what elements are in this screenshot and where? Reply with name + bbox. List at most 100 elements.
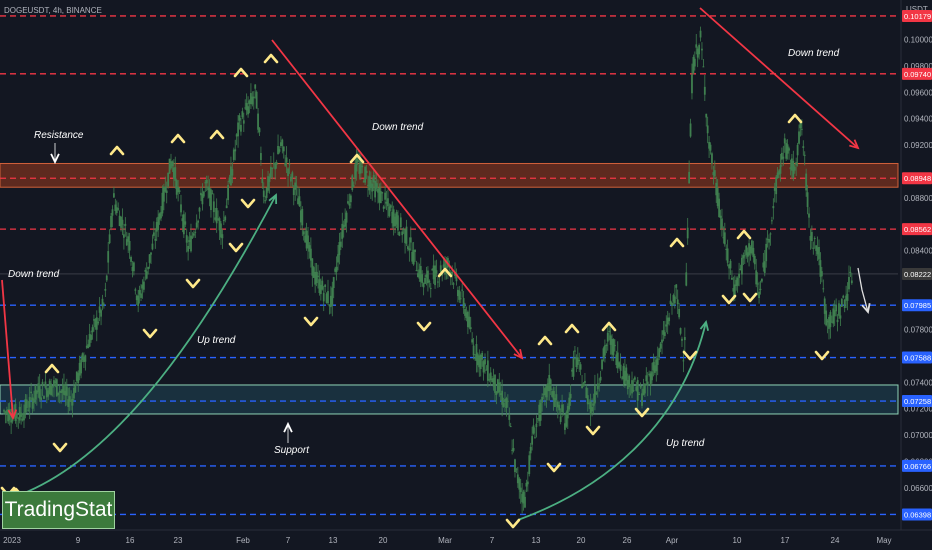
- candle-body: [282, 146, 285, 152]
- candle-body: [765, 243, 768, 262]
- resistance-level-tag-label: 0.08948: [904, 174, 931, 183]
- candle-body: [124, 223, 127, 226]
- candle-body: [459, 298, 462, 300]
- candle-body: [619, 364, 622, 371]
- candle-body: [802, 146, 805, 148]
- candle-body: [147, 266, 150, 270]
- candle-body: [401, 231, 404, 236]
- candle-body: [729, 260, 732, 269]
- price-tick-label: 0.08400: [904, 246, 932, 255]
- candle-body: [195, 222, 198, 228]
- candle-body: [526, 481, 529, 485]
- candle-body: [586, 395, 589, 405]
- candle-body: [462, 298, 465, 309]
- candle-body: [355, 155, 358, 172]
- candle-body: [829, 312, 832, 328]
- candle-body: [820, 271, 823, 277]
- candle-body: [234, 149, 237, 152]
- resistance-annotation: Resistance: [34, 130, 84, 141]
- candle-body: [701, 48, 703, 51]
- candle-body: [673, 296, 676, 304]
- candle-body: [97, 321, 100, 324]
- candle-body: [695, 44, 698, 48]
- price-tick-label: 0.10000: [904, 36, 932, 45]
- candle-body: [264, 200, 267, 202]
- candle-body: [258, 128, 261, 133]
- candle-body: [57, 392, 60, 396]
- candle-body: [658, 348, 661, 358]
- candle-body: [461, 289, 464, 291]
- candle-body: [779, 165, 782, 174]
- candle-body: [509, 426, 512, 428]
- resistance-level-tag-label: 0.09740: [904, 70, 931, 79]
- candle-body: [471, 339, 474, 343]
- candle-body: [812, 247, 815, 249]
- candle-body: [238, 115, 241, 121]
- time-tick-label: Feb: [236, 536, 250, 545]
- time-tick-label: 20: [577, 536, 586, 545]
- candle-body: [171, 161, 174, 167]
- support-level-tag-label: 0.07588: [904, 354, 931, 363]
- candle-body: [783, 138, 786, 144]
- candle-body: [572, 358, 575, 377]
- candle-body: [30, 391, 33, 394]
- candle-body: [349, 195, 352, 203]
- time-tick-label: 23: [174, 536, 183, 545]
- candle-body: [285, 157, 288, 163]
- candle-body: [501, 390, 504, 405]
- price-chart[interactable]: DOGEUSDT, 4h, BINANCE USDT 0.100000.0980…: [0, 0, 932, 550]
- candle-body: [795, 162, 798, 166]
- candle-body: [561, 404, 563, 413]
- candle-body: [726, 248, 729, 263]
- candle-body: [291, 172, 294, 179]
- candle-body: [137, 295, 140, 307]
- candle-body: [154, 238, 157, 241]
- time-tick-label: 26: [623, 536, 632, 545]
- candle-body: [534, 437, 536, 439]
- candle-body: [434, 265, 436, 286]
- candle-body: [53, 380, 55, 387]
- candle-body: [322, 292, 325, 302]
- candle-body: [825, 310, 828, 326]
- candle-body: [698, 45, 701, 55]
- candle-body: [668, 317, 671, 322]
- candle-body: [810, 232, 813, 241]
- candle-body: [210, 189, 212, 211]
- candle-body: [592, 403, 595, 406]
- candle-body: [190, 235, 192, 252]
- candle-body: [486, 360, 489, 381]
- price-tick-label: 0.07400: [904, 378, 932, 387]
- candle-body: [23, 412, 25, 421]
- time-tick-label: 17: [781, 536, 790, 545]
- candle-body: [371, 183, 374, 192]
- candle-body: [151, 243, 154, 250]
- time-tick-label: 13: [532, 536, 541, 545]
- candle-body: [528, 455, 531, 475]
- time-tick-label: May: [876, 536, 891, 545]
- candle-body: [472, 345, 475, 356]
- candle-body: [731, 277, 733, 280]
- candle-body: [531, 436, 534, 445]
- candle-body: [682, 360, 685, 362]
- candle-body: [759, 288, 762, 291]
- candle-body: [818, 246, 820, 260]
- candle-body: [713, 170, 716, 177]
- candle-body: [598, 383, 601, 387]
- candle-body: [317, 275, 319, 278]
- candle-body: [839, 315, 842, 319]
- chart-title: DOGEUSDT, 4h, BINANCE: [4, 6, 102, 15]
- candle-body: [361, 165, 364, 168]
- candle-body: [705, 113, 708, 118]
- candle-body: [771, 220, 773, 222]
- candle-body: [145, 271, 148, 279]
- candle-body: [121, 219, 124, 225]
- down-trend-annotation-3: Down trend: [8, 269, 60, 280]
- candle-body: [335, 266, 338, 273]
- candle-body: [665, 324, 668, 327]
- candle-body: [798, 131, 800, 144]
- candle-body: [691, 74, 693, 94]
- candle-body: [257, 113, 259, 130]
- resistance-level-tag-label: 0.08562: [904, 225, 931, 234]
- price-tick-label: 0.07000: [904, 431, 932, 440]
- candle-body: [424, 277, 426, 284]
